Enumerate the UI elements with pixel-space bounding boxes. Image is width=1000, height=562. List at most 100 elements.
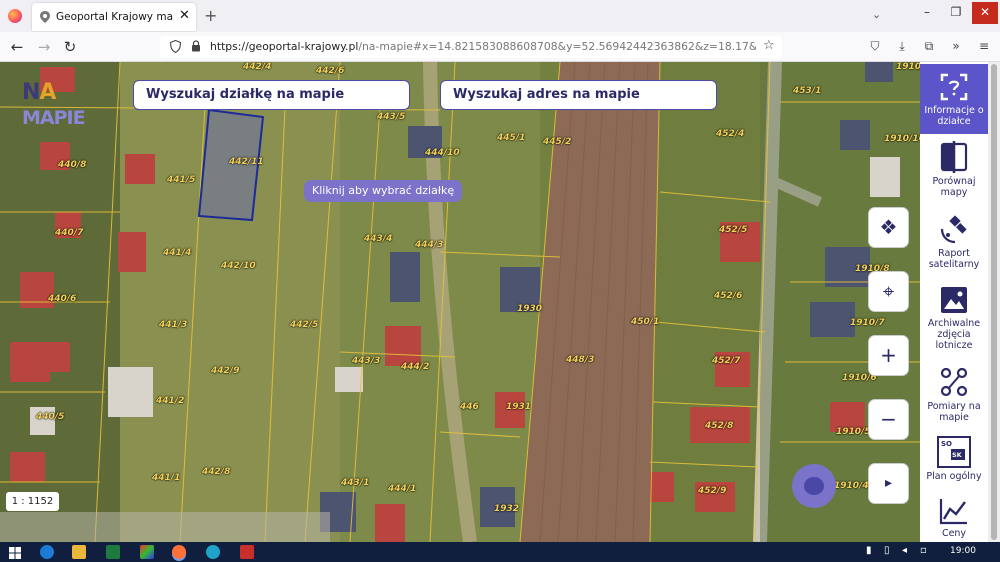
- menu-icon[interactable]: ≡: [976, 38, 992, 54]
- address-search-input[interactable]: Wyszukaj adres na mapie: [440, 80, 717, 110]
- parcel-label: 440/7: [55, 228, 84, 238]
- ie-icon[interactable]: [40, 545, 54, 559]
- parcel-label: 445/1: [497, 133, 526, 143]
- locate-button[interactable]: ⌖: [868, 271, 909, 312]
- parcel-label: 444/10: [425, 148, 460, 158]
- side-item-label: Pomiary na mapie: [927, 401, 981, 423]
- side-item-label: Raport satelitarny: [928, 248, 980, 270]
- zoom-out-button[interactable]: −: [868, 399, 909, 440]
- parcel-label: 443/4: [364, 234, 393, 244]
- parcel-label: 445/2: [543, 137, 572, 147]
- tray-battery-icon[interactable]: ▯: [884, 545, 890, 556]
- parcel-label: 1931: [506, 402, 532, 412]
- address-bar[interactable]: https://geoportal-krajowy.pl/na-mapie#x=…: [160, 36, 782, 58]
- parcel-search-input[interactable]: Wyszukaj działkę na mapie: [133, 80, 410, 110]
- parcel-label: 444/1: [388, 484, 417, 494]
- na-mapie-logo[interactable]: NA MAPIE: [22, 80, 86, 130]
- maximize-window-button[interactable]: ❐: [943, 2, 969, 24]
- parcel-label: 1910/7: [850, 318, 885, 328]
- tray-language-icon[interactable]: ▫: [920, 545, 927, 556]
- layers-button[interactable]: ❖: [868, 207, 909, 248]
- parcel-label: 452/4: [716, 129, 745, 139]
- satellite-icon: [940, 215, 967, 244]
- taskbar-clock: 19:00: [950, 546, 976, 556]
- app-shield-icon[interactable]: [240, 545, 254, 559]
- edge-icon[interactable]: [206, 545, 220, 559]
- more-tools-icon[interactable]: »: [948, 38, 964, 54]
- side-item-parcel-info[interactable]: Informacje o działce: [920, 64, 988, 134]
- url-host: https://geoportal-krajowy.pl: [210, 40, 359, 53]
- minus-icon: −: [880, 407, 897, 431]
- parcel-label: 452/5: [719, 225, 748, 235]
- extensions-icon[interactable]: ⧉: [921, 38, 937, 54]
- close-window-button[interactable]: ✕: [972, 2, 998, 24]
- windows-start-icon[interactable]: [8, 545, 22, 559]
- parcel-label: 446: [460, 402, 479, 412]
- browser-tab-active[interactable]: Geoportal Krajowy mapy i infor ✕: [32, 3, 196, 31]
- url-text: https://geoportal-krajowy.pl/na-mapie#x=…: [210, 40, 756, 53]
- parcel-label: 1930: [517, 304, 543, 314]
- download-icon[interactable]: ⤓: [894, 38, 910, 54]
- parcel-label: 441/4: [163, 248, 192, 258]
- minimize-window-button[interactable]: –: [914, 2, 940, 24]
- tracking-shield-icon[interactable]: [170, 40, 181, 53]
- svg-text:SO: SO: [941, 440, 952, 448]
- parcel-label: 442/6: [316, 66, 345, 76]
- prices-chart-icon: [939, 499, 967, 525]
- forward-button[interactable]: →: [35, 38, 53, 56]
- plan-icon: SOSK: [937, 436, 971, 468]
- parcel-label: 450/1: [631, 317, 660, 327]
- side-item-label: Porównaj mapy: [932, 176, 976, 198]
- back-button[interactable]: ←: [8, 38, 26, 56]
- parcel-label: 442/9: [211, 366, 240, 376]
- parcel-label: 442/11: [229, 157, 264, 167]
- paint-icon[interactable]: [140, 545, 154, 559]
- side-item-archive-photos[interactable]: Archiwalne zdjęcia lotnicze: [920, 283, 988, 355]
- side-item-label: Archiwalne zdjęcia lotnicze: [927, 318, 981, 351]
- zoom-in-button[interactable]: +: [868, 335, 909, 376]
- url-path: /na-mapie#x=14.821583088608708&y=52.5694…: [358, 40, 756, 53]
- parcel-label: 1910/16: [884, 134, 925, 144]
- scrollbar-thumb[interactable]: [991, 64, 997, 540]
- pocket-icon[interactable]: ⛉: [867, 38, 883, 54]
- chat-button[interactable]: [792, 464, 836, 508]
- parcel-label: 441/5: [167, 175, 196, 185]
- parcel-label: 443/5: [377, 112, 406, 122]
- parcel-label: 452/9: [698, 486, 727, 496]
- parcel-label: 452/7: [712, 356, 741, 366]
- explorer-icon[interactable]: [72, 545, 86, 559]
- excel-icon[interactable]: [106, 545, 120, 559]
- side-item-label: Plan ogólny: [926, 471, 982, 482]
- tab-close-icon[interactable]: ✕: [179, 8, 190, 23]
- reload-button[interactable]: ↻: [61, 38, 79, 56]
- svg-text:SK: SK: [952, 451, 963, 459]
- new-tab-button[interactable]: +: [204, 6, 217, 25]
- parcel-label: 453/1: [793, 86, 822, 96]
- lock-icon[interactable]: [191, 40, 201, 52]
- side-item-prices[interactable]: Ceny: [920, 492, 988, 542]
- layers-icon: ❖: [879, 215, 898, 239]
- measure-icon: [940, 367, 968, 397]
- parcel-label: 441/1: [152, 473, 181, 483]
- parcel-label: 1910/4: [834, 481, 869, 491]
- side-item-general-plan[interactable]: SO SK Plan ogólny: [920, 434, 988, 486]
- expand-panel-button[interactable]: ▸: [868, 463, 909, 504]
- bookmark-star-icon[interactable]: ☆: [763, 38, 775, 53]
- windows-taskbar: ▮ ▯ ◂ ▫ 19:00: [0, 542, 1000, 562]
- side-panel-scrollbar[interactable]: [988, 62, 1000, 542]
- side-item-compare-maps[interactable]: Porównaj mapy: [920, 138, 988, 204]
- parcel-info-icon: [940, 73, 968, 101]
- list-all-tabs-icon[interactable]: ⌄: [872, 8, 881, 21]
- map-canvas[interactable]: 442/4 442/6 443/5 445/1 445/2 442/11 441…: [0, 62, 1000, 542]
- browser-tab-bar: Geoportal Krajowy mapy i infor ✕ + ⌄ – ❐…: [0, 0, 1000, 32]
- side-item-satellite-report[interactable]: Raport satelitarny: [920, 212, 988, 282]
- tray-volume-icon[interactable]: ◂: [902, 545, 907, 556]
- logo-dot: A: [39, 80, 56, 105]
- side-item-measure[interactable]: Pomiary na mapie: [920, 364, 988, 426]
- firefox-icon[interactable]: [8, 9, 22, 23]
- browser-nav-bar: ← → ↻ https://geoportal-krajowy.pl/na-ma…: [0, 32, 1000, 62]
- tools-side-panel: Informacje o działce Porównaj mapy Rapor…: [920, 62, 988, 542]
- tray-network-icon[interactable]: ▮: [866, 545, 872, 556]
- firefox-icon[interactable]: [172, 545, 186, 559]
- parcel-label: 441/3: [159, 320, 188, 330]
